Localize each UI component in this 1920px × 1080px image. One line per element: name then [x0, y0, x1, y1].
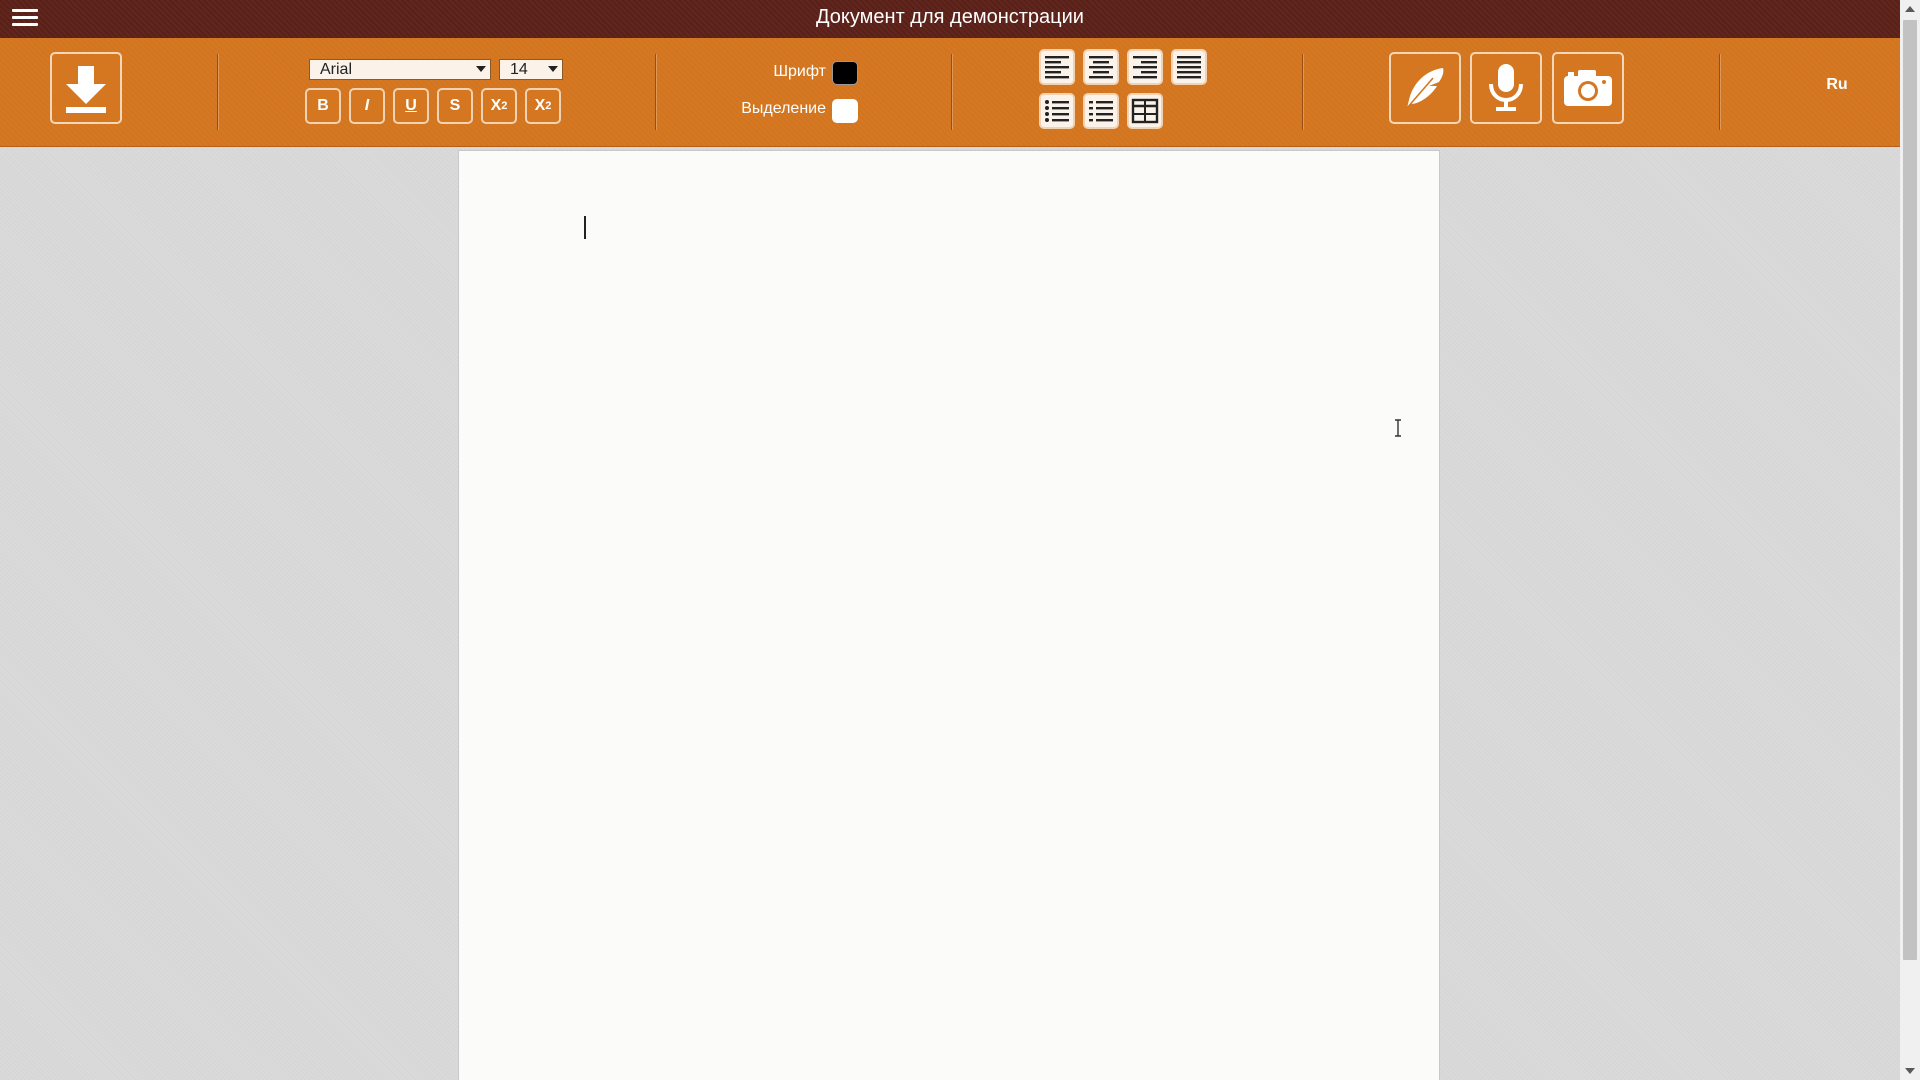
microphone-icon	[1489, 64, 1523, 111]
numbered-list-button[interactable]	[1083, 93, 1119, 129]
align-center-button[interactable]	[1083, 49, 1119, 85]
text-caret	[584, 216, 586, 239]
handwriting-button[interactable]	[1389, 52, 1461, 124]
superscript-button[interactable]: X2	[525, 88, 561, 124]
scroll-down-button[interactable]	[1900, 1062, 1920, 1080]
document-title: Документ для демонстрации	[816, 6, 1084, 28]
vertical-scrollbar[interactable]	[1900, 0, 1920, 1080]
chevron-down-icon	[476, 66, 486, 72]
highlight-color-label: Выделение	[741, 100, 826, 117]
subscript-base: X	[490, 97, 502, 114]
font-color-label: Шрифт	[773, 63, 826, 80]
numbered-list-icon	[1089, 101, 1113, 122]
italic-button[interactable]: I	[349, 88, 385, 124]
strikethrough-label: S	[449, 97, 461, 114]
toolbar: Arial 14 B I U S X2 X2 Шрифт Выделение R…	[0, 38, 1900, 147]
align-left-icon	[1045, 56, 1069, 79]
language-switcher[interactable]: Ru	[1812, 76, 1862, 94]
scrollbar-thumb[interactable]	[1903, 20, 1917, 960]
font-size-select[interactable]: 14	[499, 59, 563, 80]
align-justify-button[interactable]	[1171, 49, 1207, 85]
bulleted-list-button[interactable]	[1039, 93, 1075, 129]
table-icon	[1131, 98, 1159, 124]
toolbar-separator	[951, 54, 952, 130]
toolbar-separator	[217, 54, 218, 130]
bold-button[interactable]: B	[305, 88, 341, 124]
superscript-base: X	[534, 97, 546, 114]
voice-input-button[interactable]	[1470, 52, 1542, 124]
document-page[interactable]	[458, 150, 1440, 1080]
highlight-color-swatch[interactable]	[832, 99, 858, 123]
italic-label: I	[364, 97, 370, 114]
font-color-swatch[interactable]	[832, 61, 858, 85]
title-bar: Документ для демонстрации	[0, 0, 1900, 38]
font-size-value: 14	[510, 61, 528, 78]
font-family-select[interactable]: Arial	[309, 59, 491, 80]
superscript-mark: 2	[545, 100, 552, 112]
download-button[interactable]	[50, 52, 122, 124]
workspace	[0, 147, 1900, 1080]
feather-icon	[1406, 68, 1444, 109]
font-family-value: Arial	[320, 61, 353, 78]
toolbar-separator	[655, 54, 656, 130]
toolbar-separator	[1719, 54, 1720, 130]
align-justify-icon	[1177, 56, 1201, 79]
toolbar-separator	[1302, 54, 1303, 130]
text-cursor-icon	[1395, 419, 1401, 437]
insert-table-button[interactable]	[1127, 93, 1163, 129]
underline-button[interactable]: U	[393, 88, 429, 124]
align-center-icon	[1089, 56, 1113, 79]
subscript-button[interactable]: X2	[481, 88, 517, 124]
bulleted-list-icon	[1045, 100, 1069, 122]
strikethrough-button[interactable]: S	[437, 88, 473, 124]
camera-icon	[1564, 70, 1612, 106]
align-left-button[interactable]	[1039, 49, 1075, 85]
align-right-icon	[1133, 56, 1157, 79]
subscript-mark: 2	[501, 100, 508, 112]
scroll-up-button[interactable]	[1900, 0, 1920, 18]
download-icon	[66, 66, 106, 113]
bold-label: B	[317, 97, 329, 114]
camera-button[interactable]	[1552, 52, 1624, 124]
underline-label: U	[405, 97, 417, 114]
align-right-button[interactable]	[1127, 49, 1163, 85]
chevron-down-icon	[548, 66, 558, 72]
